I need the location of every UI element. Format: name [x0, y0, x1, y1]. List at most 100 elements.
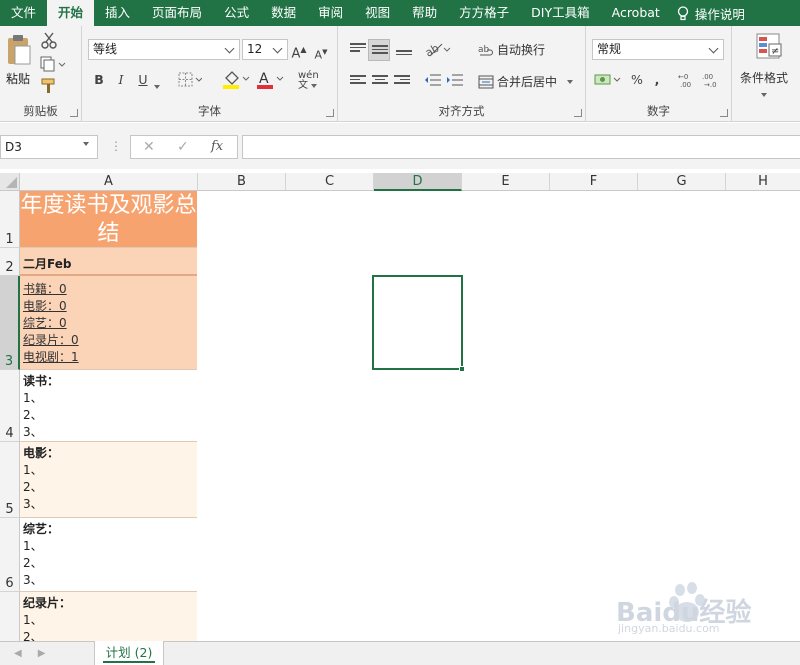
fill-color-button[interactable] [222, 70, 250, 93]
cell-a6[interactable]: 综艺： 1、 2、 3、 [20, 518, 197, 592]
alignment-group-label: 对齐方式 [438, 104, 485, 118]
tell-me-search[interactable]: 操作说明 [671, 4, 745, 23]
column-header-a[interactable]: A [20, 173, 198, 191]
shrink-font-button[interactable]: A▼ [312, 43, 330, 62]
active-cell-d3[interactable] [372, 275, 465, 372]
increase-indent-icon [447, 74, 463, 86]
increase-indent-button[interactable] [446, 73, 464, 90]
insert-function-icon[interactable]: fx [211, 139, 223, 154]
tab-page-layout[interactable]: 页面布局 [141, 0, 213, 26]
chevron-down-icon [224, 43, 235, 54]
number-launcher-icon[interactable] [720, 109, 728, 117]
column-header-f[interactable]: F [550, 173, 638, 191]
tab-insert[interactable]: 插入 [94, 0, 141, 26]
column-header-b[interactable]: B [198, 173, 286, 191]
row-header-6[interactable]: 6 [0, 518, 20, 592]
cell-a4[interactable]: 读书： 1、 2、 3、 [20, 370, 197, 442]
tab-home[interactable]: 开始 [47, 0, 95, 26]
caret-down-icon [154, 85, 160, 89]
tab-fangfang[interactable]: 方方格子 [448, 0, 520, 26]
bottom-align-button[interactable] [396, 50, 412, 62]
row-header-4[interactable]: 4 [0, 370, 20, 442]
tab-view[interactable]: 视图 [354, 0, 401, 26]
row-header-3[interactable]: 3 [0, 276, 20, 370]
align-right-button[interactable] [394, 75, 410, 87]
top-align-button[interactable] [350, 43, 366, 55]
enter-icon[interactable]: ✓ [177, 139, 189, 155]
column-header-d[interactable]: D [374, 173, 462, 191]
alignment-launcher-icon[interactable] [574, 109, 582, 117]
cell-a3[interactable]: 书籍：0 电影：0 综艺：0 纪录片：0 电视剧：1 [20, 276, 197, 370]
cancel-icon[interactable]: ✕ [143, 139, 155, 155]
merge-center-button[interactable]: 合并后居中 [478, 73, 574, 90]
comma-style-button[interactable]: , [648, 71, 666, 89]
conditional-format-icon: ≠ [756, 33, 782, 59]
paint-bucket-icon [223, 71, 250, 89]
copy-button[interactable] [40, 56, 66, 75]
sheet-tab-plan-2[interactable]: 计划 (2) [94, 641, 164, 665]
row-header-2[interactable]: 2 [0, 248, 20, 276]
phonetic-button[interactable]: wén 文 [298, 70, 319, 91]
tab-acrobat[interactable]: Acrobat [601, 0, 671, 26]
formula-input[interactable] [242, 135, 800, 159]
row-header-5[interactable]: 5 [0, 442, 20, 518]
tab-formulas[interactable]: 公式 [213, 0, 260, 26]
formula-bar-grip[interactable]: ⋮ [110, 139, 122, 153]
grow-font-button[interactable]: A▲ [290, 41, 308, 61]
tab-help[interactable]: 帮助 [401, 0, 448, 26]
bold-button[interactable]: B [90, 71, 108, 89]
middle-align-button[interactable] [368, 39, 390, 61]
cell-a5[interactable]: 电影： 1、 2、 3、 [20, 442, 197, 518]
wrap-text-button[interactable]: ab 自动换行 [478, 41, 545, 58]
tab-review[interactable]: 审阅 [307, 0, 354, 26]
column-header-e[interactable]: E [462, 173, 550, 191]
merge-center-label: 合并后居中 [497, 75, 558, 89]
column-header-h[interactable]: H [726, 173, 800, 191]
accounting-format-button[interactable] [594, 72, 622, 91]
tab-file[interactable]: 文件 [0, 0, 47, 26]
borders-button[interactable] [178, 72, 203, 91]
paste-button[interactable]: 粘贴 [6, 34, 32, 87]
cut-button[interactable] [40, 32, 58, 53]
decrease-indent-button[interactable] [424, 73, 442, 90]
cell-a7[interactable]: 纪录片： 1、 2、 [20, 592, 197, 641]
align-left-button[interactable] [350, 75, 366, 87]
font-name-dropdown[interactable]: 等线 [88, 39, 240, 60]
caret-down-icon [761, 93, 767, 97]
font-launcher-icon[interactable] [326, 109, 334, 117]
sheet-tab-bar: ◀▶ 计划 (2) [0, 641, 800, 665]
font-size-dropdown[interactable]: 12 [242, 39, 288, 60]
cell-a2[interactable]: 二月Feb [20, 248, 197, 276]
svg-text:A: A [259, 71, 269, 87]
cell-a1[interactable]: 年度读书及观影总结 [20, 191, 197, 248]
number-format-dropdown[interactable]: 常规 [592, 39, 724, 60]
name-box[interactable]: D3 [0, 135, 98, 159]
borders-icon [178, 72, 203, 87]
tab-data[interactable]: 数据 [260, 0, 307, 26]
watermark-url: jingyan.baidu.com [618, 622, 720, 635]
conditional-format-button[interactable]: ≠ 条件格式 [740, 32, 788, 100]
tab-diy-toolbox[interactable]: DIY工具箱 [520, 0, 600, 26]
font-color-button[interactable]: A [256, 70, 284, 93]
decrease-decimal-button[interactable]: .00 →.0 [702, 72, 722, 91]
underline-options[interactable] [154, 78, 160, 92]
sheet-nav-arrows[interactable]: ◀▶ [14, 648, 61, 659]
format-painter-button[interactable] [40, 78, 58, 97]
italic-button[interactable]: I [112, 71, 130, 89]
column-header-g[interactable]: G [638, 173, 726, 191]
row-header-1[interactable]: 1 [0, 191, 20, 248]
increase-decimal-button[interactable]: ←0.00 [678, 72, 698, 91]
shrink-font-label: A [314, 48, 323, 62]
orientation-button[interactable]: ab [423, 40, 452, 61]
list-item: 1、 [23, 391, 43, 405]
select-all-button[interactable] [0, 173, 20, 191]
decrease-indent-icon [425, 74, 441, 86]
percent-style-button[interactable]: % [628, 71, 646, 89]
clipboard-launcher-icon[interactable] [70, 109, 78, 117]
underline-button[interactable]: U [134, 71, 152, 89]
column-header-c[interactable]: C [286, 173, 374, 191]
count-movies: 电影：0 [23, 299, 67, 313]
align-center-button[interactable] [372, 75, 388, 87]
fill-handle[interactable] [459, 366, 465, 372]
row-header-7[interactable]: 7 [0, 592, 20, 661]
